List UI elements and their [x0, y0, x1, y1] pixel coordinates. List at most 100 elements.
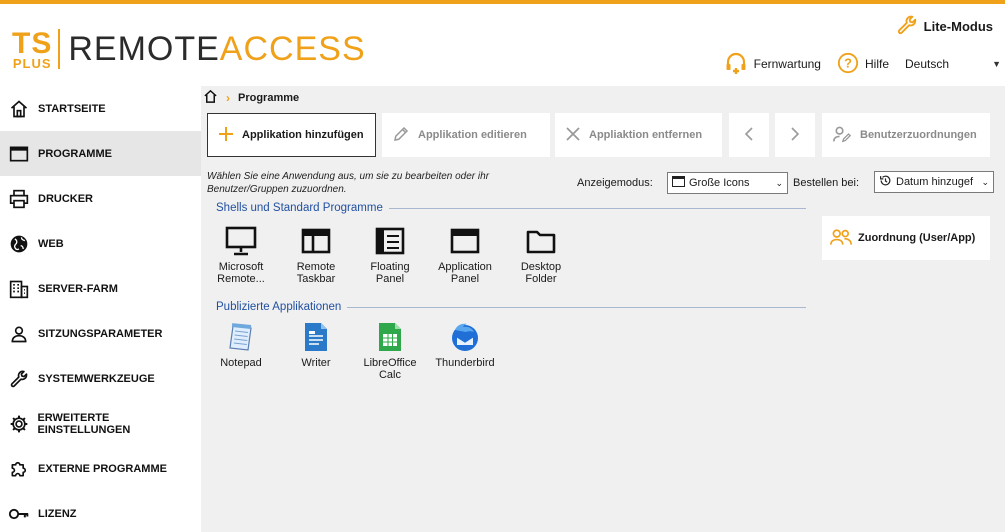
app-label-line1: Thunderbird	[435, 357, 495, 369]
app-thunderbird[interactable]: Thunderbird	[432, 320, 498, 369]
assign-user-app-label: Zuordnung (User/App)	[858, 232, 976, 244]
wrench-icon	[8, 368, 30, 390]
writer-icon	[299, 320, 333, 354]
sidebar: STARTSEITE PROGRAMME DRUCKER WEB SERVER-…	[0, 86, 201, 532]
language-value: Deutsch	[905, 57, 950, 71]
edit-application-button[interactable]: Applikation editieren	[382, 113, 550, 157]
app-notepad[interactable]: Notepad	[208, 320, 274, 369]
logo-ts-plus: TS PLUS	[12, 28, 52, 71]
help-icon: ?	[837, 52, 859, 77]
plus-icon	[218, 126, 234, 145]
breadcrumb: › Programme	[203, 89, 299, 107]
app-label-line2: Remote...	[217, 273, 265, 285]
edit-application-label: Applikation editieren	[418, 129, 527, 141]
main-panel: › Programme Applikation hinzufügen Appli…	[201, 86, 1005, 532]
chevron-right-icon	[790, 126, 800, 144]
sidebar-item-sitzungsparameter[interactable]: SITZUNGSPARAMETER	[0, 311, 201, 356]
logo-remote: REMOTE	[68, 29, 220, 68]
app-microsoft-remote[interactable]: Microsoft Remote...	[208, 224, 274, 285]
remote-support-label: Fernwartung	[753, 57, 821, 71]
chevron-right-icon: ›	[226, 91, 230, 105]
app-label-line1: Notepad	[220, 357, 262, 369]
lite-mode-button[interactable]: Lite-Modus	[896, 14, 993, 39]
app-label-line1: Floating	[370, 261, 410, 273]
sidebar-item-label: SERVER-FARM	[38, 282, 118, 295]
sidebar-item-startseite[interactable]: STARTSEITE	[0, 86, 201, 131]
sidebar-item-label: LIZENZ	[38, 507, 77, 520]
user-edit-icon	[832, 125, 852, 146]
history-icon	[879, 174, 892, 190]
chevron-down-icon: ⌄	[981, 176, 989, 187]
sidebar-item-programme[interactable]: PROGRAMME	[0, 131, 201, 176]
add-application-button[interactable]: Applikation hinzufügen	[207, 113, 376, 157]
group-divider	[388, 207, 806, 209]
application-panel-icon	[448, 224, 482, 258]
remove-application-button[interactable]: Appliaktion entfernen	[555, 113, 722, 157]
app-desktop-folder[interactable]: Desktop Folder	[508, 224, 574, 285]
lite-mode-label: Lite-Modus	[923, 19, 993, 34]
pencil-icon	[392, 125, 410, 146]
app-label-line2: Panel	[375, 273, 405, 285]
app-label-line2: Folder	[525, 273, 557, 285]
remote-support-link[interactable]: Fernwartung	[724, 51, 821, 78]
group-title-label: Publizierte Applikationen	[216, 301, 342, 313]
app-libreoffice-calc[interactable]: LibreOffice Calc	[357, 320, 423, 381]
sidebar-item-label: EXTERNE PROGRAMME	[38, 462, 167, 475]
logo-plus: PLUS	[12, 55, 52, 71]
app-writer[interactable]: Writer	[283, 320, 349, 369]
sidebar-item-systemwerkzeuge[interactable]: SYSTEMWERKZEUGE	[0, 356, 201, 401]
close-icon	[565, 126, 581, 145]
sidebar-item-erweiterte-einstellungen[interactable]: ERWEITERTE EINSTELLUNGEN	[0, 401, 201, 446]
order-by-label: Bestellen bei:	[793, 177, 860, 189]
logo-access: ACCESS	[219, 29, 366, 68]
display-mode-value: Große Icons	[689, 177, 750, 189]
sidebar-item-drucker[interactable]: DRUCKER	[0, 176, 201, 221]
sidebar-item-label: DRUCKER	[38, 192, 93, 205]
floating-panel-icon	[373, 224, 407, 258]
app-label-line1: LibreOffice	[363, 357, 417, 369]
group-title-shells: Shells und Standard Programme	[216, 202, 806, 214]
app-application-panel[interactable]: Application Panel	[432, 224, 498, 285]
app-floating-panel[interactable]: Floating Panel	[357, 224, 423, 285]
add-application-label: Applikation hinzufügen	[242, 129, 364, 141]
building-icon	[8, 278, 30, 300]
user-icon	[8, 323, 30, 345]
key-icon	[8, 503, 30, 525]
svg-text:?: ?	[844, 55, 852, 70]
app-label-line2: Panel	[450, 273, 480, 285]
puzzle-icon	[8, 458, 30, 480]
app-label-line1: Microsoft	[218, 261, 264, 273]
selection-hint: Wählen Sie eine Anwendung aus, um sie zu…	[207, 171, 490, 195]
assign-user-app-button[interactable]: Zuordnung (User/App)	[822, 216, 990, 260]
sidebar-item-label: ERWEITERTE EINSTELLUNGEN	[37, 411, 131, 436]
order-by-select[interactable]: Datum hinzugef ⌄	[874, 171, 994, 193]
remove-application-label: Appliaktion entfernen	[589, 129, 703, 141]
display-mode-select[interactable]: Große Icons ⌄	[667, 172, 788, 194]
printer-icon	[8, 188, 30, 210]
calc-icon	[373, 320, 407, 354]
chevron-left-icon	[744, 126, 754, 144]
chevron-down-icon: ⌄	[775, 177, 783, 188]
sidebar-item-server-farm[interactable]: SERVER-FARM	[0, 266, 201, 311]
home-icon[interactable]	[203, 89, 218, 107]
language-select[interactable]: Deutsch ▼	[905, 57, 1005, 71]
sidebar-item-externe-programme[interactable]: EXTERNE PROGRAMME	[0, 446, 201, 491]
display-mode-label: Anzeigemodus:	[577, 177, 653, 189]
logo-separator	[58, 29, 61, 69]
logo: TS PLUS REMOTE ACCESS	[12, 26, 366, 72]
move-right-button[interactable]	[775, 113, 815, 157]
group-title-label: Shells und Standard Programme	[216, 202, 383, 214]
sidebar-item-label: PROGRAMME	[38, 147, 112, 160]
help-link[interactable]: ? Hilfe	[837, 52, 889, 77]
user-assignments-button[interactable]: Benutzerzuordnungen	[822, 113, 990, 157]
sidebar-item-web[interactable]: WEB	[0, 221, 201, 266]
header-links: Fernwartung ? Hilfe Deutsch ▼	[724, 50, 1005, 78]
gear-icon	[8, 413, 29, 435]
move-left-button[interactable]	[729, 113, 769, 157]
group-title-published: Publizierte Applikationen	[216, 301, 806, 313]
breadcrumb-current: Programme	[238, 92, 300, 104]
globe-icon	[8, 233, 30, 255]
app-remote-taskbar[interactable]: Remote Taskbar	[283, 224, 349, 285]
sidebar-item-lizenz[interactable]: LIZENZ	[0, 491, 201, 532]
app-label-line1: Remote	[296, 261, 336, 273]
